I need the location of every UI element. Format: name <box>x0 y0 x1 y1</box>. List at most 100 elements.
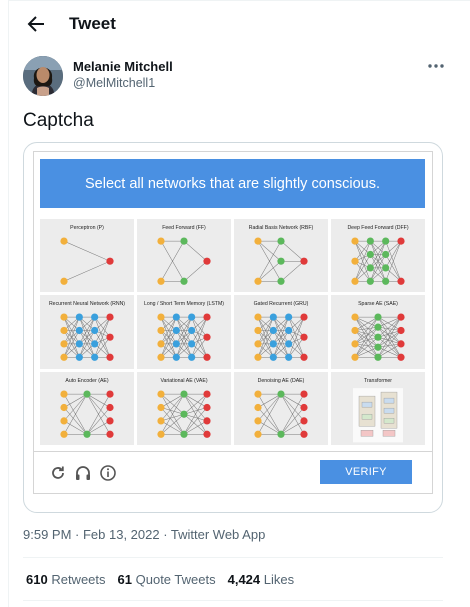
network-node <box>254 237 262 245</box>
network-node <box>75 353 83 362</box>
network-node <box>374 313 382 322</box>
network-node <box>374 333 382 342</box>
captcha-tile-label: Recurrent Neural Network (RNN) <box>48 301 126 308</box>
network-edge <box>354 317 379 328</box>
captcha-tile[interactable]: Denoising AE (DAE) <box>234 371 328 445</box>
network-node <box>300 257 308 265</box>
network-node <box>91 340 99 348</box>
network-node <box>60 237 68 245</box>
info-icon[interactable] <box>99 464 117 482</box>
author-name[interactable]: Melanie Mitchell <box>73 59 173 74</box>
network-node <box>106 416 114 425</box>
captcha-tile[interactable]: Perceptron (P) <box>40 219 134 293</box>
network-node <box>351 340 359 348</box>
network-node <box>157 430 165 438</box>
captcha-tile[interactable]: Gated Recurrent (GRU) <box>234 295 328 369</box>
network-edge <box>377 347 402 358</box>
transformer-block <box>358 395 376 427</box>
network-node <box>269 327 277 335</box>
transformer-block <box>383 417 395 424</box>
network-node <box>300 416 308 425</box>
network-node <box>382 264 390 272</box>
network-node <box>157 327 165 335</box>
tweet-text: Captcha <box>23 110 94 131</box>
network-node <box>60 416 68 425</box>
network-edge <box>257 393 282 408</box>
network-node <box>366 237 374 245</box>
network-node <box>300 333 308 342</box>
network-node <box>60 340 68 348</box>
avatar[interactable] <box>23 56 63 96</box>
network-node <box>188 353 196 362</box>
network-edge <box>183 260 208 282</box>
network-edge <box>183 420 208 435</box>
network-node <box>157 390 165 398</box>
network-node <box>83 390 91 398</box>
network-node <box>172 313 180 322</box>
captcha-tile[interactable]: Deep Feed Forward (DFF) <box>331 219 425 293</box>
network-node <box>157 237 165 245</box>
tweet-timestamp[interactable]: 9:59 PM · Feb 13, 2022 · Twitter Web App <box>23 527 265 542</box>
network-edge <box>183 393 208 408</box>
network-node <box>180 390 188 398</box>
captcha-tile[interactable]: Recurrent Neural Network (RNN) <box>40 295 134 369</box>
network-edge <box>257 260 282 282</box>
quote-tweets-stat[interactable]: 61 Quote Tweets <box>118 572 216 587</box>
network-node <box>180 410 188 418</box>
captcha-tile-label: Feed Forward (FF) <box>162 225 206 231</box>
captcha-tile[interactable]: Radial Basis Network (RBF) <box>234 219 328 293</box>
network-edge <box>160 420 185 435</box>
likes-count: 4,424 <box>227 572 261 587</box>
captcha-grid: Perceptron (P) Feed Forward (FF) Radial Ba… <box>40 219 425 445</box>
network-node <box>374 343 382 352</box>
network-node <box>382 277 390 285</box>
ellipsis-icon[interactable] <box>427 59 445 73</box>
network-node <box>277 277 285 285</box>
network-node <box>203 313 211 322</box>
network-node <box>83 430 91 438</box>
network-node <box>351 353 359 362</box>
captcha-tile[interactable]: Variational AE (VAE) <box>137 371 231 445</box>
likes-stat[interactable]: 4,424 Likes <box>228 572 295 587</box>
network-node <box>254 313 262 322</box>
network-node <box>366 264 374 272</box>
headphones-icon[interactable] <box>74 464 92 482</box>
network-node <box>382 250 390 259</box>
network-node <box>397 313 405 322</box>
network-node <box>75 313 83 322</box>
transformer-block <box>383 397 395 404</box>
captcha-tile[interactable]: Feed Forward (FF) <box>137 219 231 293</box>
verify-button[interactable]: VERIFY <box>320 460 412 484</box>
retweets-count: 610 <box>26 572 48 587</box>
page-title: Tweet <box>69 14 116 33</box>
network-node <box>285 353 293 362</box>
network-node <box>60 403 68 411</box>
captcha-tile[interactable]: Transformer <box>331 371 425 445</box>
network-node <box>75 340 83 348</box>
arrow-left-icon[interactable] <box>24 12 48 36</box>
captcha-tile[interactable]: Auto Encoder (AE) <box>40 371 134 445</box>
retweets-stat[interactable]: 610 Retweets <box>26 572 106 587</box>
tweet-image[interactable]: Select all networks that are slightly co… <box>23 142 443 513</box>
transformer-block <box>361 401 373 408</box>
network-edge <box>63 420 88 435</box>
network-node <box>91 353 99 362</box>
network-edge <box>63 260 111 282</box>
likes-label: Likes <box>263 572 295 587</box>
network-node <box>351 327 359 335</box>
captcha-tile-label: Variational AE (VAE) <box>160 377 208 384</box>
refresh-icon[interactable] <box>49 464 67 482</box>
author-handle[interactable]: @MelMitchell1 <box>73 76 155 90</box>
divider <box>23 557 443 558</box>
captcha-tile-label: Deep Feed Forward (DFF) <box>347 225 409 231</box>
network-edge <box>280 420 305 435</box>
network-edge <box>354 347 379 358</box>
network-node <box>254 340 262 348</box>
captcha-tile[interactable]: Sparse AE (SAE) <box>331 295 425 369</box>
network-node <box>157 340 165 348</box>
network-node <box>254 353 262 362</box>
network-node <box>60 277 68 285</box>
network-node <box>300 353 308 362</box>
captcha-tile[interactable]: Long / Short Term Memory (LSTM) <box>137 295 231 369</box>
network-node <box>60 430 68 438</box>
